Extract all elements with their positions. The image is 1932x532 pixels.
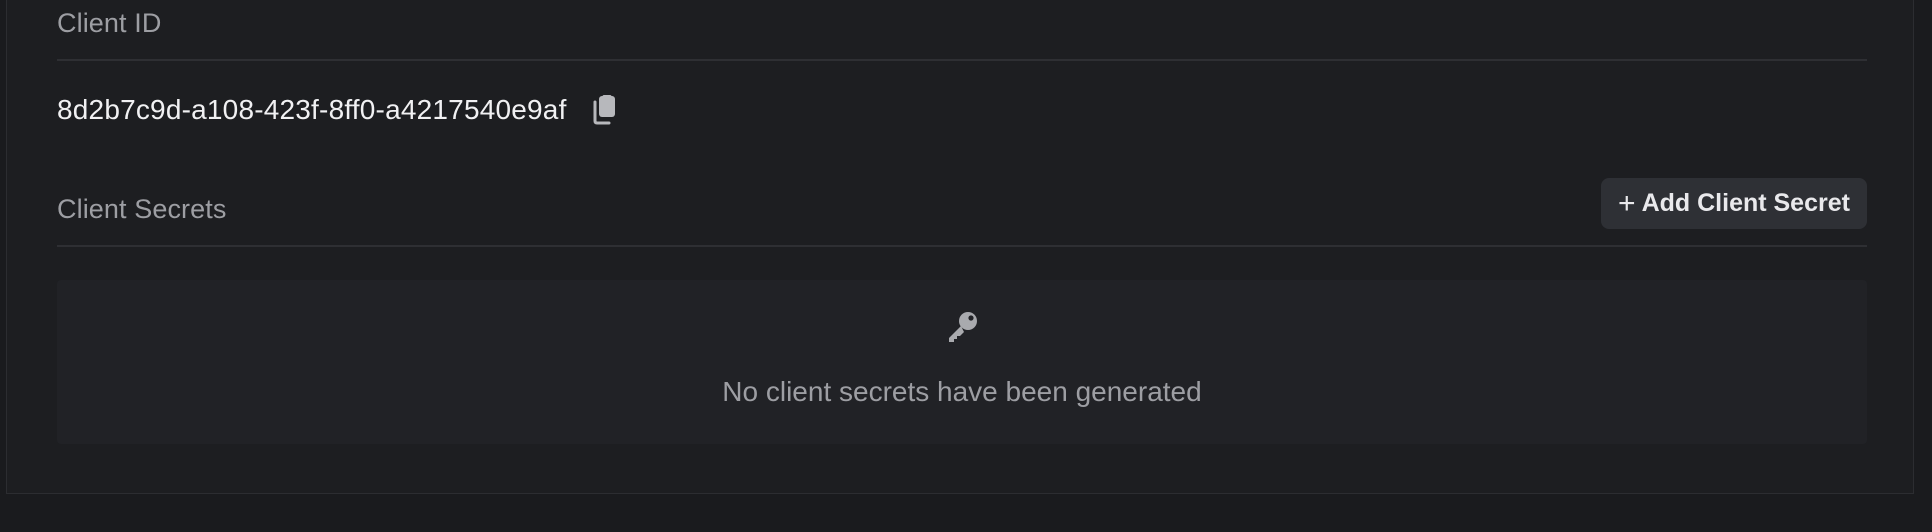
client-id-value[interactable]: 8d2b7c9d-a108-423f-8ff0-a4217540e9af <box>57 94 567 126</box>
client-id-row: 8d2b7c9d-a108-423f-8ff0-a4217540e9af <box>57 90 619 130</box>
client-secrets-divider <box>57 245 1867 247</box>
key-icon <box>949 312 977 342</box>
add-client-secret-label: Add Client Secret <box>1641 189 1850 217</box>
client-id-label: Client ID <box>57 8 162 38</box>
client-id-divider <box>57 59 1867 61</box>
add-client-secret-button[interactable]: + Add Client Secret <box>1601 178 1867 229</box>
client-credentials-panel: Client ID 8d2b7c9d-a108-423f-8ff0-a42175… <box>6 0 1914 494</box>
client-secrets-label: Client Secrets <box>57 194 227 224</box>
copy-client-id-button[interactable] <box>589 93 619 127</box>
plus-icon: + <box>1618 186 1636 220</box>
copy-icon <box>593 95 615 125</box>
empty-state-message: No client secrets have been generated <box>722 376 1202 407</box>
client-secrets-empty-state: No client secrets have been generated <box>57 280 1867 444</box>
